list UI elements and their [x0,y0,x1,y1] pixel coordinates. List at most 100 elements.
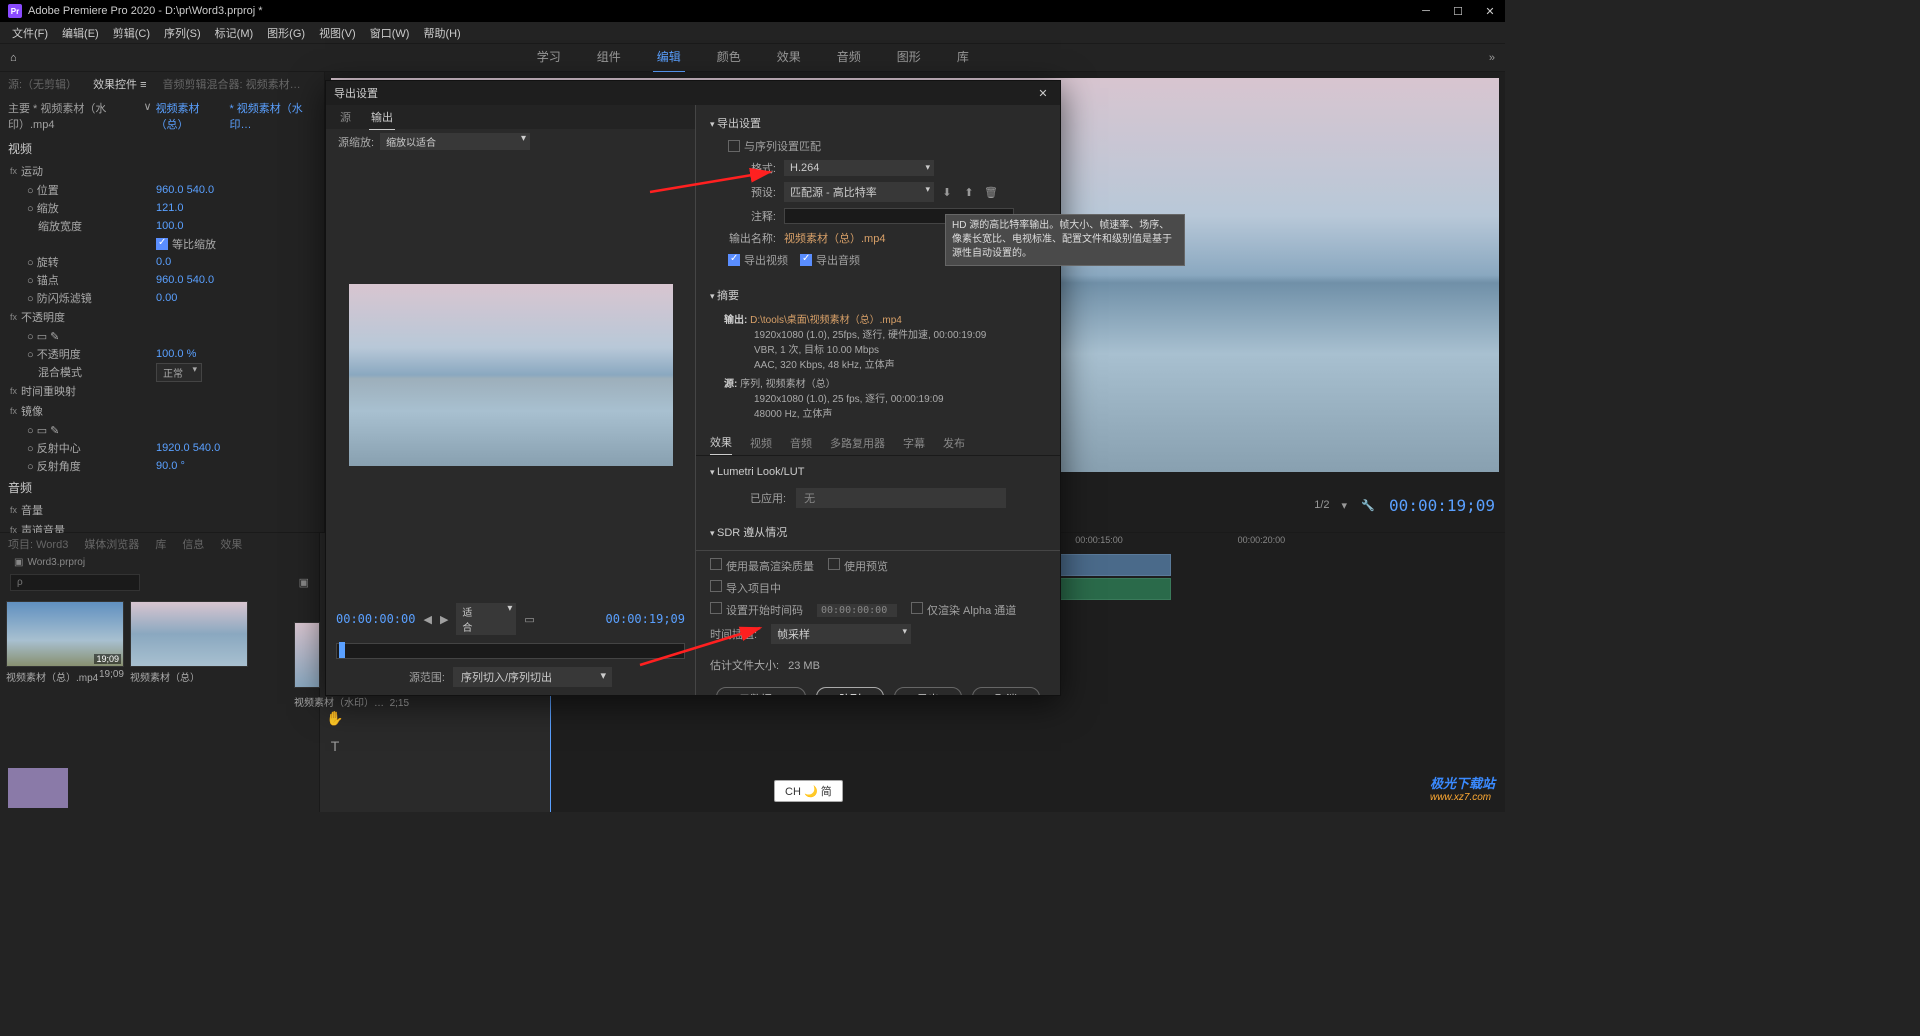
tab-media-browser[interactable]: 媒体浏览器 [84,536,139,552]
queue-button[interactable]: 队列 [816,687,884,695]
import-project-checkbox[interactable] [710,580,722,592]
sub-tab-video[interactable]: 视频 [750,435,772,455]
fx-mirror[interactable]: fx镜像 [0,401,324,421]
clip-item[interactable] [294,622,320,688]
prop-blend-mode[interactable]: 混合模式正常 [0,363,324,381]
prop-uniform-scale[interactable]: 等比缩放 [0,235,324,253]
workspace-tab-assembly[interactable]: 组件 [593,42,625,73]
play-fwd-icon[interactable]: ▶ [440,613,448,626]
tab-effects[interactable]: 效果 [220,536,242,552]
workspace-tab-editing[interactable]: 编辑 [653,42,685,73]
summary-section[interactable]: 摘要 [710,283,1046,307]
menu-file[interactable]: 文件(F) [6,23,54,43]
max-quality-checkbox[interactable] [710,558,722,570]
workspace-overflow-icon[interactable]: » [1489,52,1495,64]
project-search-input[interactable] [10,574,140,591]
tab-info[interactable]: 信息 [182,536,204,552]
interpolation-dropdown[interactable]: 帧采样 [771,624,911,644]
menu-view[interactable]: 视图(V) [313,23,362,43]
aspect-icon[interactable]: ▭ [524,613,534,626]
source-link-clip[interactable]: * 视频素材（水印… [229,100,316,132]
match-sequence-checkbox[interactable] [728,140,740,152]
lumetri-section[interactable]: Lumetri Look/LUT [710,462,1046,482]
clip-item[interactable]: 视频素材（总） [130,601,248,686]
export-timecode-out[interactable]: 00:00:19;09 [606,612,685,626]
menu-help[interactable]: 帮助(H) [417,23,466,43]
dialog-close-button[interactable]: ✕ [1034,84,1052,102]
home-icon[interactable]: ⌂ [10,52,17,64]
tab-output-preview[interactable]: 输出 [369,105,395,130]
minimize-button[interactable]: ─ [1419,4,1433,18]
source-scaling-dropdown[interactable]: 缩放以适合 [380,133,530,150]
play-back-icon[interactable]: ◀ [423,613,431,626]
prop-opacity[interactable]: ○ 不透明度100.0 % [0,345,324,363]
fx-volume[interactable]: fx音量 [0,500,324,520]
summary-output-path[interactable]: D:\tools\桌面\视频素材（总）.mp4 [750,315,902,326]
export-timecode-in[interactable]: 00:00:00:00 [336,612,415,626]
tab-effect-controls[interactable]: 效果控件 ≡ [93,76,146,92]
export-video-checkbox[interactable] [728,254,740,266]
source-range-dropdown[interactable]: 序列切入/序列切出 [453,667,612,687]
sub-tab-mux[interactable]: 多路复用器 [830,435,885,455]
output-name-link[interactable]: 视频素材（总）.mp4 [784,230,885,246]
fit-dropdown[interactable]: 适合 [456,603,516,635]
export-scrub-bar[interactable] [336,643,685,659]
workspace-tab-libraries[interactable]: 库 [953,42,973,73]
prop-position[interactable]: ○ 位置960.0 540.0 [0,181,324,199]
render-alpha-checkbox[interactable] [911,602,923,614]
close-button[interactable]: ✕ [1483,4,1497,18]
menu-window[interactable]: 窗口(W) [364,23,416,43]
prop-anti-flicker[interactable]: ○ 防闪烁滤镜0.00 [0,289,324,307]
zoom-level[interactable]: 1/2 [1314,499,1329,511]
menu-graphics[interactable]: 图形(G) [261,23,311,43]
cancel-button[interactable]: 取消 [972,687,1040,695]
menu-edit[interactable]: 编辑(E) [56,23,105,43]
hand-tool-icon[interactable]: ✋ [324,707,346,729]
sub-tab-publish[interactable]: 发布 [943,435,965,455]
wrench-icon[interactable]: 🔧 [1359,496,1377,514]
program-timecode[interactable]: 00:00:19;09 [1389,496,1495,515]
import-preset-icon[interactable]: ⬆ [962,185,976,199]
source-link-sequence[interactable]: 视频素材（总） [156,100,226,132]
applied-dropdown[interactable]: 无 [796,488,1006,508]
prop-anchor[interactable]: ○ 锚点960.0 540.0 [0,271,324,289]
workspace-tab-graphics[interactable]: 图形 [893,42,925,73]
sub-tab-effects[interactable]: 效果 [710,434,732,455]
workspace-tab-color[interactable]: 颜色 [713,42,745,73]
delete-preset-icon[interactable]: 🗑 [984,185,998,199]
fx-motion[interactable]: fx运动 [0,161,324,181]
new-bin-icon[interactable]: ▣ [299,576,309,589]
tab-audio-mixer[interactable]: 音频剪辑混合器: 视频素材… [163,76,301,92]
sub-tab-audio[interactable]: 音频 [790,435,812,455]
maximize-button[interactable]: ☐ [1451,4,1465,18]
mask-tools[interactable]: ○ ▭ ✎ [0,327,324,345]
save-preset-icon[interactable]: ⬇ [940,185,954,199]
menu-sequence[interactable]: 序列(S) [158,23,207,43]
menu-clip[interactable]: 剪辑(C) [107,23,156,43]
export-button[interactable]: 导出 [894,687,962,695]
tab-project[interactable]: 项目: Word3 [8,536,68,552]
start-tc-input[interactable]: 00:00:00:00 [817,604,897,617]
set-start-tc-checkbox[interactable] [710,602,722,614]
prop-rotation[interactable]: ○ 旋转0.0 [0,253,324,271]
prop-reflect-angle[interactable]: ○ 反射角度90.0 ° [0,457,324,475]
prop-reflect-center[interactable]: ○ 反射中心1920.0 540.0 [0,439,324,457]
tab-source[interactable]: 源:（无剪辑） [8,76,77,92]
workspace-tab-audio[interactable]: 音频 [833,42,865,73]
fx-opacity-group[interactable]: fx不透明度 [0,307,324,327]
tab-source-preview[interactable]: 源 [338,105,353,129]
mask-tools-2[interactable]: ○ ▭ ✎ [0,421,324,439]
format-dropdown[interactable]: H.264 [784,160,934,176]
sdr-section[interactable]: SDR 遵从情况 [710,520,1046,544]
prop-scale[interactable]: ○ 缩放121.0 [0,199,324,217]
metadata-button[interactable]: 元数据… [716,687,806,695]
workspace-tab-effects[interactable]: 效果 [773,42,805,73]
menu-markers[interactable]: 标记(M) [209,23,260,43]
export-settings-section[interactable]: 导出设置 [710,111,1046,135]
export-audio-checkbox[interactable] [800,254,812,266]
sub-tab-captions[interactable]: 字幕 [903,435,925,455]
prop-scale-width[interactable]: 缩放宽度100.0 [0,217,324,235]
clip-item[interactable]: 19;09 视频素材（总）.mp419;09 [6,601,124,686]
preset-dropdown[interactable]: 匹配源 - 高比特率 [784,182,934,202]
type-tool-icon[interactable]: T [324,735,346,757]
